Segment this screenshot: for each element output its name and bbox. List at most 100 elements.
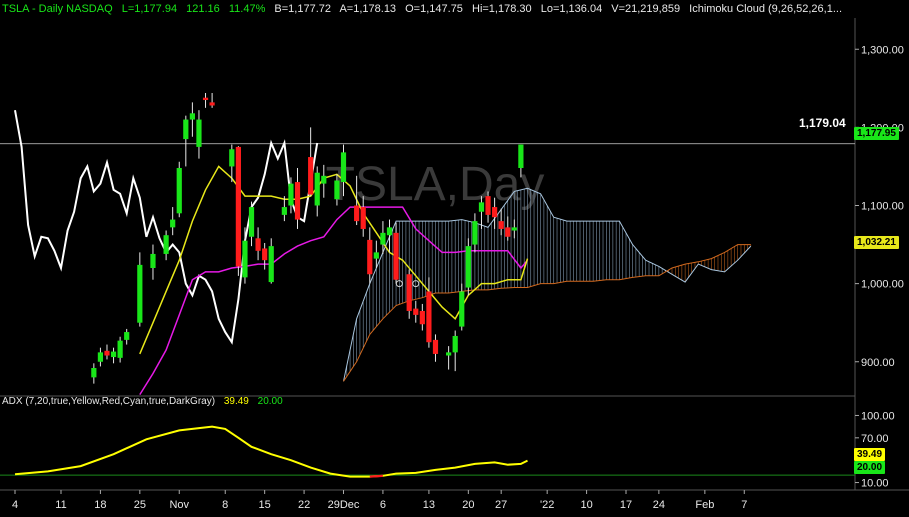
candle-body <box>117 340 123 358</box>
candle-body <box>288 183 294 206</box>
adx-red-segment <box>369 474 383 478</box>
x-tick-label: 18 <box>94 499 106 511</box>
x-tick-label: 10 <box>580 499 592 511</box>
y-tick-label: 1,100.00 <box>861 201 904 213</box>
candle-body <box>459 291 465 327</box>
candle-body <box>202 97 209 101</box>
candle-body <box>406 274 412 311</box>
candle-body <box>413 308 419 315</box>
adx-header: ADX (7,20,true,Yellow,Red,Cyan,true,Dark… <box>2 396 289 407</box>
candle-body <box>308 157 314 195</box>
x-tick-label: 17 <box>620 499 632 511</box>
x-tick-label: 6 <box>380 499 386 511</box>
x-tick-label: 29Dec <box>328 499 360 511</box>
candle-body <box>498 221 504 229</box>
x-tick-label: 11 <box>55 499 66 511</box>
candle-body <box>465 246 471 288</box>
candle <box>465 238 471 296</box>
candle-body <box>511 227 517 231</box>
candle-body <box>334 180 340 200</box>
candle-body <box>518 144 524 168</box>
candle-body <box>321 175 327 184</box>
candle-body <box>426 291 432 343</box>
bid-price: B=1,177.72 <box>274 3 332 15</box>
candle-body <box>189 113 195 120</box>
x-tick-label: 25 <box>134 499 146 511</box>
candle-body <box>104 350 110 356</box>
adx-y-tick-label: 70.00 <box>861 433 889 445</box>
symbol-label: TSLA - Daily NASDAQ <box>2 3 113 15</box>
kijun-price-tag: 1,032.21 <box>854 236 899 249</box>
candle-body <box>242 240 248 278</box>
y-tick-label: 900.00 <box>861 357 895 369</box>
crosshair-price-label: 1,179.04 <box>796 117 849 130</box>
change-value: 121.16 <box>186 3 220 15</box>
candle-body <box>229 149 235 167</box>
chart-header: TSLA - Daily NASDAQ L=1,177.94 121.16 11… <box>0 0 909 18</box>
candle-body <box>262 248 268 261</box>
adx-threshold-tag: 20.00 <box>854 461 886 474</box>
x-tick-label: 4 <box>12 499 18 511</box>
candle-body <box>340 152 347 183</box>
adx-y-tick-label: 100.00 <box>861 410 895 422</box>
candle-body <box>110 351 117 358</box>
candle-body <box>505 227 511 237</box>
x-tick-label: 24 <box>653 499 665 511</box>
candle-body <box>386 227 393 236</box>
adx-title[interactable]: ADX (7,20,true,Yellow,Red,Cyan,true,Dark… <box>2 396 215 407</box>
candle-body <box>380 232 386 245</box>
candle-body <box>235 146 241 267</box>
low-price: Lo=1,136.04 <box>540 3 603 15</box>
x-tick-label: 27 <box>495 499 507 511</box>
candle-body <box>492 207 498 218</box>
candle-body <box>373 252 379 259</box>
candle-body <box>91 368 97 378</box>
candle-body <box>183 119 189 140</box>
candle <box>176 161 182 218</box>
candle-body <box>354 205 360 222</box>
x-tick-label: Feb <box>695 499 714 511</box>
candle-body <box>281 207 287 215</box>
candle-body <box>360 207 366 229</box>
candle-body <box>419 310 425 325</box>
candle-body <box>446 352 452 356</box>
volume: V=21,219,859 <box>611 3 681 15</box>
x-tick-label: 15 <box>259 499 271 511</box>
candle-body <box>485 196 491 215</box>
candle-body <box>163 235 169 254</box>
x-tick-label: 13 <box>423 499 435 511</box>
background <box>0 0 909 517</box>
candle-body <box>150 253 156 268</box>
x-tick-label: 7 <box>741 499 747 511</box>
y-tick-label: 1,000.00 <box>861 279 904 291</box>
chart-canvas[interactable]: 1,300.001,200.001,100.001,000.00900.0010… <box>0 0 909 517</box>
candle-body <box>124 332 130 340</box>
candle <box>235 146 241 276</box>
high-price: Hi=1,178.30 <box>472 3 532 15</box>
candle-body <box>367 239 373 275</box>
candle-body <box>196 119 202 147</box>
candle-body <box>478 202 485 212</box>
candle-body <box>97 352 104 362</box>
x-tick-label: '22 <box>540 499 554 511</box>
x-tick-label: 20 <box>462 499 474 511</box>
adx-value: 39.49 <box>223 396 249 407</box>
last-price: L=1,177.94 <box>121 3 178 15</box>
x-tick-label: Nov <box>169 499 189 511</box>
candle-body <box>452 335 458 353</box>
study-label[interactable]: Ichimoku Cloud (9,26,52,26,1... <box>689 3 842 15</box>
y-tick-label: 1,300.00 <box>861 44 904 56</box>
adx-value-tag: 39.49 <box>854 448 886 461</box>
candle-body <box>472 221 478 245</box>
change-pct: 11.47% <box>228 3 266 15</box>
open-price: O=1,147.75 <box>405 3 463 15</box>
candle-body <box>393 232 399 280</box>
candle-body <box>248 207 255 237</box>
candle-body <box>170 219 176 228</box>
candle-body <box>176 168 182 214</box>
adx-threshold: 20.00 <box>257 396 283 407</box>
x-tick-label: 8 <box>222 499 228 511</box>
ask-price: A=1,178.13 <box>339 3 397 15</box>
candle-body <box>432 339 439 354</box>
candle-body <box>314 172 320 206</box>
